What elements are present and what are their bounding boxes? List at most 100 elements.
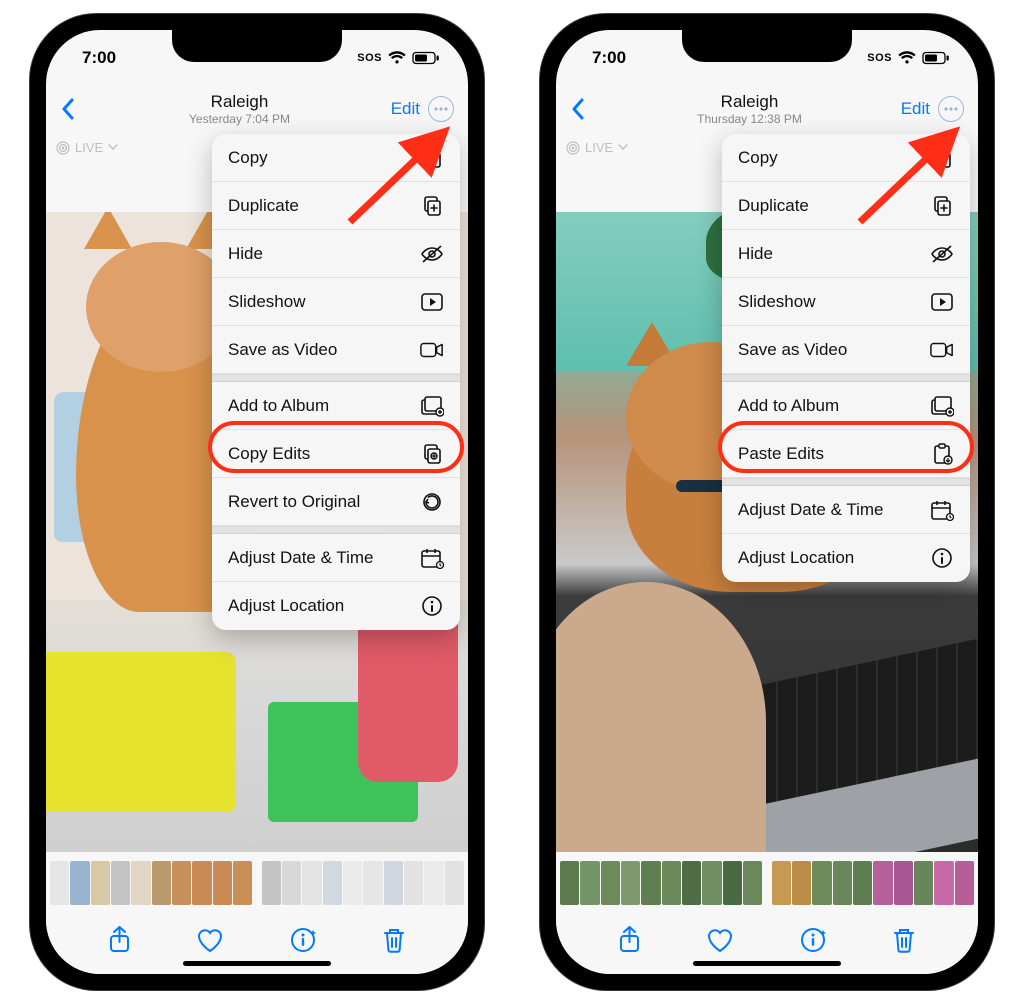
notch (682, 30, 852, 62)
menu-item-copy-edits[interactable]: Copy Edits (212, 430, 460, 478)
status-time: 7:00 (592, 48, 626, 68)
scrubber-thumb[interactable] (772, 861, 791, 905)
scrubber-thumb[interactable] (955, 861, 974, 905)
scrubber-thumb[interactable] (192, 861, 211, 905)
share-button[interactable] (618, 926, 641, 954)
copy-doc-icon (930, 147, 954, 169)
scrubber-thumb[interactable] (560, 861, 579, 905)
menu-item-copy[interactable]: Copy (212, 134, 460, 182)
menu-item-add-to-album[interactable]: Add to Album (722, 382, 970, 430)
menu-item-label: Revert to Original (228, 492, 360, 512)
scrubber-thumb[interactable] (111, 861, 130, 905)
scrubber-thumb[interactable] (723, 861, 742, 905)
scrubber-thumb[interactable] (302, 861, 321, 905)
scrubber-thumb[interactable] (363, 861, 382, 905)
scrubber-thumb[interactable] (172, 861, 191, 905)
scrubber-thumb[interactable] (384, 861, 403, 905)
scrubber-thumb[interactable] (131, 861, 150, 905)
photo-viewport[interactable]: LIVE CopyDupl (556, 132, 978, 852)
back-button[interactable] (60, 98, 76, 120)
scrubber-thumb[interactable] (894, 861, 913, 905)
menu-item-save-as-video[interactable]: Save as Video (722, 326, 970, 374)
scrubber-thumb[interactable] (702, 861, 721, 905)
scrubber-thumb[interactable] (404, 861, 423, 905)
home-indicator[interactable] (693, 961, 841, 966)
duplicate-icon (930, 195, 954, 217)
scrubber-thumb[interactable] (152, 861, 171, 905)
scrubber-thumb[interactable] (282, 861, 301, 905)
menu-item-save-as-video[interactable]: Save as Video (212, 326, 460, 374)
scrubber-thumb[interactable] (70, 861, 89, 905)
menu-item-label: Duplicate (228, 196, 299, 216)
menu-item-adjust-date-time[interactable]: Adjust Date & Time (212, 534, 460, 582)
scrubber-thumb[interactable] (601, 861, 620, 905)
calendar-icon (930, 499, 954, 521)
scrubber-thumb[interactable] (91, 861, 110, 905)
menu-item-add-to-album[interactable]: Add to Album (212, 382, 460, 430)
eye-slash-icon (420, 244, 444, 264)
menu-item-duplicate[interactable]: Duplicate (722, 182, 970, 230)
menu-item-slideshow[interactable]: Slideshow (722, 278, 970, 326)
share-button[interactable] (108, 926, 131, 954)
menu-separator (212, 526, 460, 534)
scrubber-thumb[interactable] (662, 861, 681, 905)
back-button[interactable] (570, 98, 586, 120)
wifi-icon (898, 51, 916, 65)
photo-viewport[interactable]: LIVE CopyDuplicateHideSlid (46, 132, 468, 852)
edit-button[interactable]: Edit (901, 99, 930, 119)
menu-item-label: Hide (738, 244, 773, 264)
scrubber-thumb[interactable] (853, 861, 872, 905)
scrubber-thumb[interactable] (323, 861, 342, 905)
menu-separator (722, 374, 970, 382)
photo-scrubber[interactable] (556, 852, 978, 914)
info-button[interactable] (799, 926, 827, 954)
scrubber-thumb[interactable] (833, 861, 852, 905)
live-badge: LIVE (56, 140, 118, 155)
scrubber-thumb[interactable] (262, 861, 281, 905)
more-button[interactable] (938, 96, 964, 122)
menu-item-hide[interactable]: Hide (212, 230, 460, 278)
copy-edits-icon (420, 443, 444, 465)
scrubber-thumb[interactable] (343, 861, 362, 905)
paste-edits-icon (930, 443, 954, 465)
menu-item-paste-edits[interactable]: Paste Edits (722, 430, 970, 478)
menu-item-copy[interactable]: Copy (722, 134, 970, 182)
scrubber-thumb[interactable] (580, 861, 599, 905)
menu-item-adjust-location[interactable]: Adjust Location (722, 534, 970, 582)
home-indicator[interactable] (183, 961, 331, 966)
scrubber-thumb[interactable] (792, 861, 811, 905)
menu-item-revert-to-original[interactable]: Revert to Original (212, 478, 460, 526)
delete-button[interactable] (382, 926, 406, 954)
menu-item-label: Slideshow (738, 292, 816, 312)
scrubber-thumb[interactable] (424, 861, 443, 905)
scrubber-thumb[interactable] (873, 861, 892, 905)
scrubber-thumb[interactable] (934, 861, 953, 905)
more-button[interactable] (428, 96, 454, 122)
scrubber-thumb[interactable] (812, 861, 831, 905)
scrubber-thumb[interactable] (621, 861, 640, 905)
menu-item-label: Slideshow (228, 292, 306, 312)
edit-button[interactable]: Edit (391, 99, 420, 119)
favorite-button[interactable] (196, 927, 224, 953)
status-time: 7:00 (82, 48, 116, 68)
menu-item-adjust-date-time[interactable]: Adjust Date & Time (722, 486, 970, 534)
photo-scrubber[interactable] (46, 852, 468, 914)
scrubber-thumb[interactable] (50, 861, 69, 905)
menu-item-label: Copy (228, 148, 268, 168)
menu-item-adjust-location[interactable]: Adjust Location (212, 582, 460, 630)
scrubber-thumb[interactable] (743, 861, 762, 905)
menu-item-duplicate[interactable]: Duplicate (212, 182, 460, 230)
scrubber-thumb[interactable] (233, 861, 252, 905)
favorite-button[interactable] (706, 927, 734, 953)
menu-item-hide[interactable]: Hide (722, 230, 970, 278)
play-rect-icon (420, 292, 444, 312)
menu-item-label: Copy (738, 148, 778, 168)
menu-item-slideshow[interactable]: Slideshow (212, 278, 460, 326)
scrubber-thumb[interactable] (445, 861, 464, 905)
info-button[interactable] (289, 926, 317, 954)
scrubber-thumb[interactable] (213, 861, 232, 905)
delete-button[interactable] (892, 926, 916, 954)
scrubber-thumb[interactable] (914, 861, 933, 905)
scrubber-thumb[interactable] (682, 861, 701, 905)
scrubber-thumb[interactable] (641, 861, 660, 905)
